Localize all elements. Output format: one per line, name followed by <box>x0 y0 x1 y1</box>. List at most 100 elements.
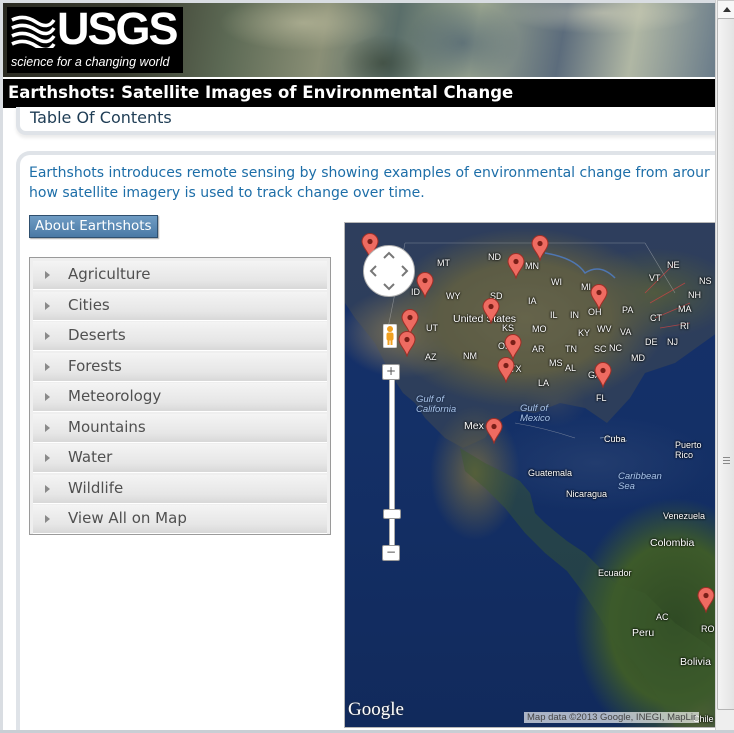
expand-arrow-icon <box>45 454 50 462</box>
earthshots-map[interactable]: MT ND MN WI MI VT NE NS ID WY SD IA IL I… <box>344 222 715 728</box>
category-label: Deserts <box>68 326 126 344</box>
map-label: WY <box>446 291 461 301</box>
map-label: VT <box>649 273 661 283</box>
map-label: NE <box>667 260 680 270</box>
map-label: LA <box>538 378 550 388</box>
map-label: AC <box>656 612 669 622</box>
map-label: CT <box>650 313 662 323</box>
map-marker-icon[interactable] <box>590 284 608 310</box>
map-attribution[interactable]: Map data ©2013 Google, INEGI, MapLir <box>524 712 700 723</box>
map-label: Ecuador <box>598 568 632 578</box>
vertical-scrollbar[interactable] <box>715 0 734 733</box>
map-label: AL <box>565 363 577 373</box>
category-list: Agriculture Cities Deserts Forests Meteo… <box>29 257 331 535</box>
map-label: MD <box>631 353 645 363</box>
map-label: IA <box>528 296 537 306</box>
zoom-in-button[interactable]: + <box>382 364 400 380</box>
map-label: ND <box>488 252 501 262</box>
map-marker-icon[interactable] <box>485 418 503 444</box>
intro-line-1: Earthshots introduces remote sensing by … <box>29 165 710 181</box>
category-label: Wildlife <box>68 479 124 497</box>
category-forests[interactable]: Forests <box>33 353 327 382</box>
table-of-contents-bar[interactable]: Table Of Contents <box>16 107 715 135</box>
map-label: Guatemala <box>528 468 573 478</box>
map-label: IN <box>570 310 579 320</box>
logo-tagline: science for a changing world <box>11 55 170 69</box>
table-of-contents-link[interactable]: Table Of Contents <box>30 108 172 127</box>
map-label: TN <box>565 344 577 354</box>
map-label: Peru <box>632 627 655 639</box>
about-earthshots-button[interactable]: About Earthshots <box>29 215 158 238</box>
usgs-wave-icon <box>11 15 56 48</box>
category-wildlife[interactable]: Wildlife <box>33 475 327 504</box>
pan-arrows-icon <box>369 251 409 291</box>
expand-arrow-icon <box>45 515 50 523</box>
intro-line-2: how satellite imagery is used to track c… <box>29 185 425 201</box>
category-label: Water <box>68 448 113 466</box>
usgs-logo[interactable]: USGS science for a changing world <box>7 3 183 73</box>
map-label: Gulf of California <box>416 394 457 415</box>
map-label: NJ <box>667 337 678 347</box>
map-label: WV <box>597 324 612 334</box>
map-label: MN <box>525 261 539 271</box>
map-label: Cuba <box>604 434 626 444</box>
zoom-slider-thumb[interactable] <box>383 509 401 519</box>
map-marker-icon[interactable] <box>398 331 416 357</box>
zoom-slider-track[interactable] <box>389 371 395 553</box>
map-marker-icon[interactable] <box>594 362 612 388</box>
map-label: MT <box>437 258 450 268</box>
map-label: AR <box>532 344 545 354</box>
map-label: Caribbean Sea <box>618 471 662 492</box>
category-deserts[interactable]: Deserts <box>33 322 327 351</box>
google-logo[interactable]: Google <box>348 699 404 721</box>
map-label: IL <box>550 310 558 320</box>
map-label: Gulf of Mexico <box>520 403 551 424</box>
header-banner: USGS science for a changing world <box>3 3 715 77</box>
map-label: KY <box>578 328 591 338</box>
expand-arrow-icon <box>45 485 50 493</box>
map-marker-icon[interactable] <box>497 357 515 383</box>
map-label: RO <box>701 624 715 634</box>
category-label: Mountains <box>68 418 146 436</box>
map-label: FL <box>596 393 607 403</box>
map-marker-icon[interactable] <box>482 298 500 324</box>
category-view-all-on-map[interactable]: View All on Map <box>33 505 327 534</box>
category-water[interactable]: Water <box>33 444 327 473</box>
category-meteorology[interactable]: Meteorology <box>33 383 327 412</box>
scroll-up-button[interactable] <box>717 0 734 19</box>
map-label: Mex <box>464 420 484 432</box>
map-label: NM <box>463 351 477 361</box>
map-pan-control[interactable] <box>363 245 415 297</box>
category-cities[interactable]: Cities <box>33 292 327 321</box>
map-label: Venezuela <box>663 511 706 521</box>
expand-arrow-icon <box>45 393 50 401</box>
page-viewport: USGS science for a changing world Earths… <box>3 3 715 733</box>
scrollbar-thumb[interactable] <box>717 18 734 710</box>
map-label: NS <box>699 276 712 286</box>
grip-icon <box>723 457 730 458</box>
map-marker-icon[interactable] <box>531 235 549 261</box>
map-marker-icon[interactable] <box>416 272 434 298</box>
map-label: AZ <box>425 352 437 362</box>
map-label: Nicaragua <box>566 489 608 499</box>
category-agriculture[interactable]: Agriculture <box>33 261 327 290</box>
zoom-out-button[interactable]: − <box>382 545 400 561</box>
category-label: Agriculture <box>68 265 151 283</box>
map-label: Puerto Rico <box>675 440 702 460</box>
map-marker-icon[interactable] <box>697 587 715 613</box>
street-view-pegman-icon[interactable] <box>383 324 397 348</box>
category-label: Forests <box>68 357 122 375</box>
category-label: Meteorology <box>68 387 162 405</box>
site-title: Earthshots: Satellite Images of Environm… <box>8 83 514 102</box>
map-label: MA <box>678 304 692 314</box>
expand-arrow-icon <box>45 332 50 340</box>
expand-arrow-icon <box>45 363 50 371</box>
logo-wordmark: USGS <box>57 3 179 54</box>
map-label: NH <box>688 290 701 300</box>
arrow-up-icon <box>723 7 731 12</box>
category-mountains[interactable]: Mountains <box>33 414 327 443</box>
category-label: View All on Map <box>68 509 187 527</box>
expand-arrow-icon <box>45 302 50 310</box>
map-marker-icon[interactable] <box>507 253 525 279</box>
map-label: Bolivia <box>680 656 711 668</box>
